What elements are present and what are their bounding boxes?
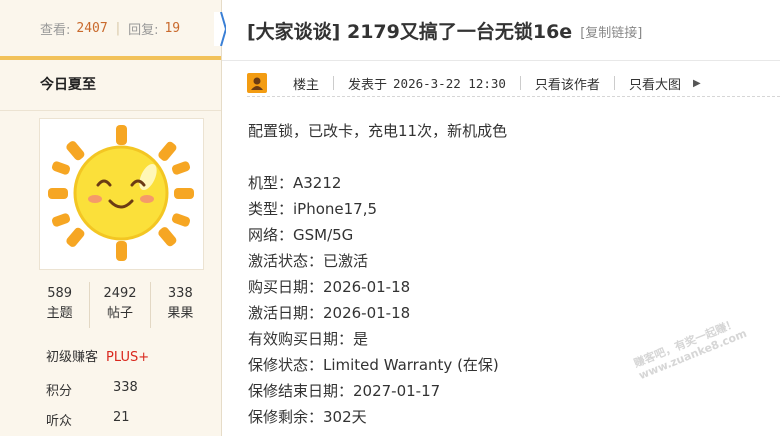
post-content: 配置锁，已改卡，充电11次，新机成色 机型：A3212 类型：iPhone17,… bbox=[248, 118, 507, 430]
post-main: [大家谈谈] 2179又搞了一台无锁16e [复制链接] 楼主 发表于 2026… bbox=[222, 0, 780, 436]
device-info-line: 机型：A3212 bbox=[248, 174, 342, 192]
thread-title: [大家谈谈] 2179又搞了一台无锁16e bbox=[247, 20, 573, 43]
count-value: 338 bbox=[167, 286, 193, 301]
only-author-link[interactable]: 只看该作者 bbox=[535, 74, 600, 93]
more-arrow-icon[interactable]: ▶ bbox=[693, 78, 701, 89]
meta-divider bbox=[613, 76, 615, 90]
info-row-followers: 听众 21 bbox=[46, 410, 130, 429]
device-info-line: 购买日期：2026-01-18 bbox=[248, 278, 411, 296]
device-info-line: 保修结束日期：2027-01-17 bbox=[248, 382, 441, 400]
replies-count: 19 bbox=[164, 20, 181, 36]
device-info-line: 保修状态：Limited Warranty (在保) bbox=[248, 356, 499, 374]
posted-label: 发表于 bbox=[348, 77, 388, 93]
thread-stats: 查看: 2407 | 回复: 19 bbox=[0, 0, 221, 60]
count-posts[interactable]: 2492 帖子 bbox=[90, 282, 151, 328]
device-info-line: 激活日期：2026-01-18 bbox=[248, 304, 411, 322]
owner-label: 楼主 bbox=[293, 77, 320, 93]
author-sidebar: 查看: 2407 | 回复: 19 今日夏至 589 主题 2492 帖子 33… bbox=[0, 0, 222, 436]
posted-date: 2026-3-22 12:30 bbox=[393, 75, 506, 91]
count-value: 2492 bbox=[103, 286, 137, 301]
author-counts: 589 主题 2492 帖子 338 果果 bbox=[30, 282, 210, 328]
views-count: 2407 bbox=[76, 20, 108, 36]
count-label: 果果 bbox=[167, 306, 194, 321]
info-value[interactable]: 21 bbox=[113, 410, 130, 429]
device-info-line: 激活状态：已激活 bbox=[248, 252, 369, 270]
info-row-credits: 积分 338 bbox=[46, 380, 138, 399]
level-name[interactable]: 初级赚客 bbox=[46, 350, 98, 365]
count-label: 帖子 bbox=[106, 306, 133, 321]
stats-divider: | bbox=[115, 20, 121, 36]
plus-badge: PLUS+ bbox=[106, 350, 150, 365]
device-info-line: 保修剩余：302天 bbox=[248, 408, 367, 426]
meta-divider bbox=[333, 76, 335, 90]
device-info-line: 网络：GSM/5G bbox=[248, 226, 354, 244]
count-label: 主题 bbox=[46, 306, 73, 321]
sun-avatar-icon bbox=[48, 125, 194, 261]
owner-badge-icon bbox=[247, 73, 267, 93]
count-points[interactable]: 338 果果 bbox=[151, 282, 210, 328]
views-label: 查看: bbox=[40, 22, 71, 38]
info-label: 积分 bbox=[46, 384, 73, 399]
author-username[interactable]: 今日夏至 bbox=[0, 60, 221, 111]
copy-link-button[interactable]: [复制链接] bbox=[580, 22, 642, 41]
post-meta-bar: 楼主 发表于 2026-3-22 12:30 只看该作者 只看大图 ▶ bbox=[247, 70, 780, 97]
avatar[interactable] bbox=[39, 118, 204, 270]
meta-divider bbox=[519, 76, 521, 90]
info-value: 338 bbox=[113, 380, 138, 395]
count-value: 589 bbox=[47, 286, 73, 301]
count-threads[interactable]: 589 主题 bbox=[30, 282, 91, 328]
only-images-link[interactable]: 只看大图 bbox=[629, 74, 681, 93]
replies-label: 回复: bbox=[128, 22, 159, 38]
post-intro: 配置锁，已改卡，充电11次，新机成色 bbox=[248, 122, 508, 140]
device-info-line: 类型：iPhone17,5 bbox=[248, 200, 378, 218]
device-info-line: 有效购买日期：是 bbox=[248, 330, 369, 348]
thread-header: [大家谈谈] 2179又搞了一台无锁16e [复制链接] bbox=[222, 0, 780, 61]
info-label: 听众 bbox=[46, 414, 73, 429]
user-level: 初级赚客 PLUS+ bbox=[46, 346, 149, 365]
